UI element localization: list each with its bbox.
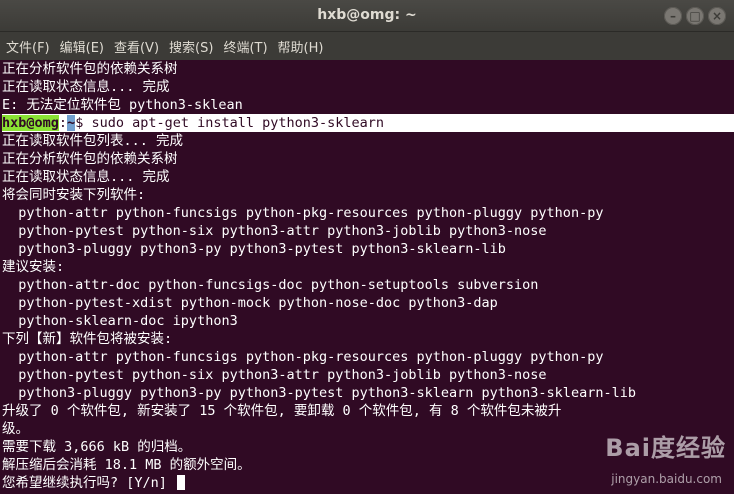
terminal-line: python-attr python-funcsigs python-pkg-r…: [2, 205, 604, 221]
terminal-line: python-sklearn-doc ipython3: [2, 313, 238, 329]
menu-file[interactable]: 文件(F): [6, 37, 50, 56]
window-titlebar: hxb@omg: ~ – □ ×: [0, 0, 734, 32]
terminal-line: 正在读取软件包列表... 完成: [2, 133, 184, 149]
watermark: Bai度经验 jingyan.baidu.com: [576, 428, 726, 488]
terminal-line: python-pytest python-six python3-attr py…: [2, 223, 547, 239]
terminal-line: 建议安装:: [2, 259, 65, 275]
terminal-line: python3-pluggy python3-py python3-pytest…: [2, 385, 636, 401]
terminal-line: python-pytest python-six python3-attr py…: [2, 367, 547, 383]
menu-help[interactable]: 帮助(H): [278, 37, 324, 56]
maximize-icon[interactable]: □: [686, 7, 704, 25]
terminal-line: 将会同时安装下列软件:: [2, 187, 146, 203]
prompt-path: ~: [67, 115, 76, 131]
menu-search[interactable]: 搜索(S): [169, 37, 213, 56]
watermark-url: jingyan.baidu.com: [611, 472, 722, 486]
terminal-line: E: 无法定位软件包 python3-sklean: [2, 97, 243, 113]
confirm-prompt: 您希望继续执行吗? [Y/n]: [2, 475, 176, 491]
terminal-line: 正在分析软件包的依赖关系树: [2, 61, 178, 77]
text-cursor: [177, 475, 186, 490]
window-title: hxb@omg: ~: [317, 7, 417, 23]
terminal-line: python3-pluggy python3-py python3-pytest…: [2, 241, 506, 257]
minimize-icon[interactable]: –: [664, 7, 682, 25]
prompt-separator: :: [58, 115, 68, 131]
menu-view[interactable]: 查看(V): [114, 37, 159, 56]
terminal-line: python-attr python-funcsigs python-pkg-r…: [2, 349, 604, 365]
terminal-line: 下列【新】软件包将被安装:: [2, 331, 173, 347]
terminal-line: 正在读取状态信息... 完成: [2, 169, 170, 185]
terminal-line: python-pytest-xdist python-mock python-n…: [2, 295, 498, 311]
command-text: $ sudo apt-get install python3-sklearn: [75, 115, 385, 131]
watermark-logo: Bai度经验: [605, 434, 726, 462]
terminal-line: 正在分析软件包的依赖关系树: [2, 151, 178, 167]
prompt-user: hxb@omg: [2, 115, 59, 131]
close-icon[interactable]: ×: [708, 7, 726, 25]
command-prompt-line: hxb@omg:~$ sudo apt-get install python3-…: [2, 114, 734, 132]
window-controls: – □ ×: [664, 7, 726, 25]
terminal-line: 升级了 0 个软件包, 新安装了 15 个软件包, 要卸载 0 个软件包, 有 …: [2, 403, 562, 419]
menu-terminal[interactable]: 终端(T): [223, 37, 267, 56]
terminal-line: python-attr-doc python-funcsigs-doc pyth…: [2, 277, 539, 293]
menu-bar: 文件(F) 编辑(E) 查看(V) 搜索(S) 终端(T) 帮助(H): [0, 32, 734, 60]
menu-edit[interactable]: 编辑(E): [60, 37, 104, 56]
terminal-line: 正在读取状态信息... 完成: [2, 79, 170, 95]
